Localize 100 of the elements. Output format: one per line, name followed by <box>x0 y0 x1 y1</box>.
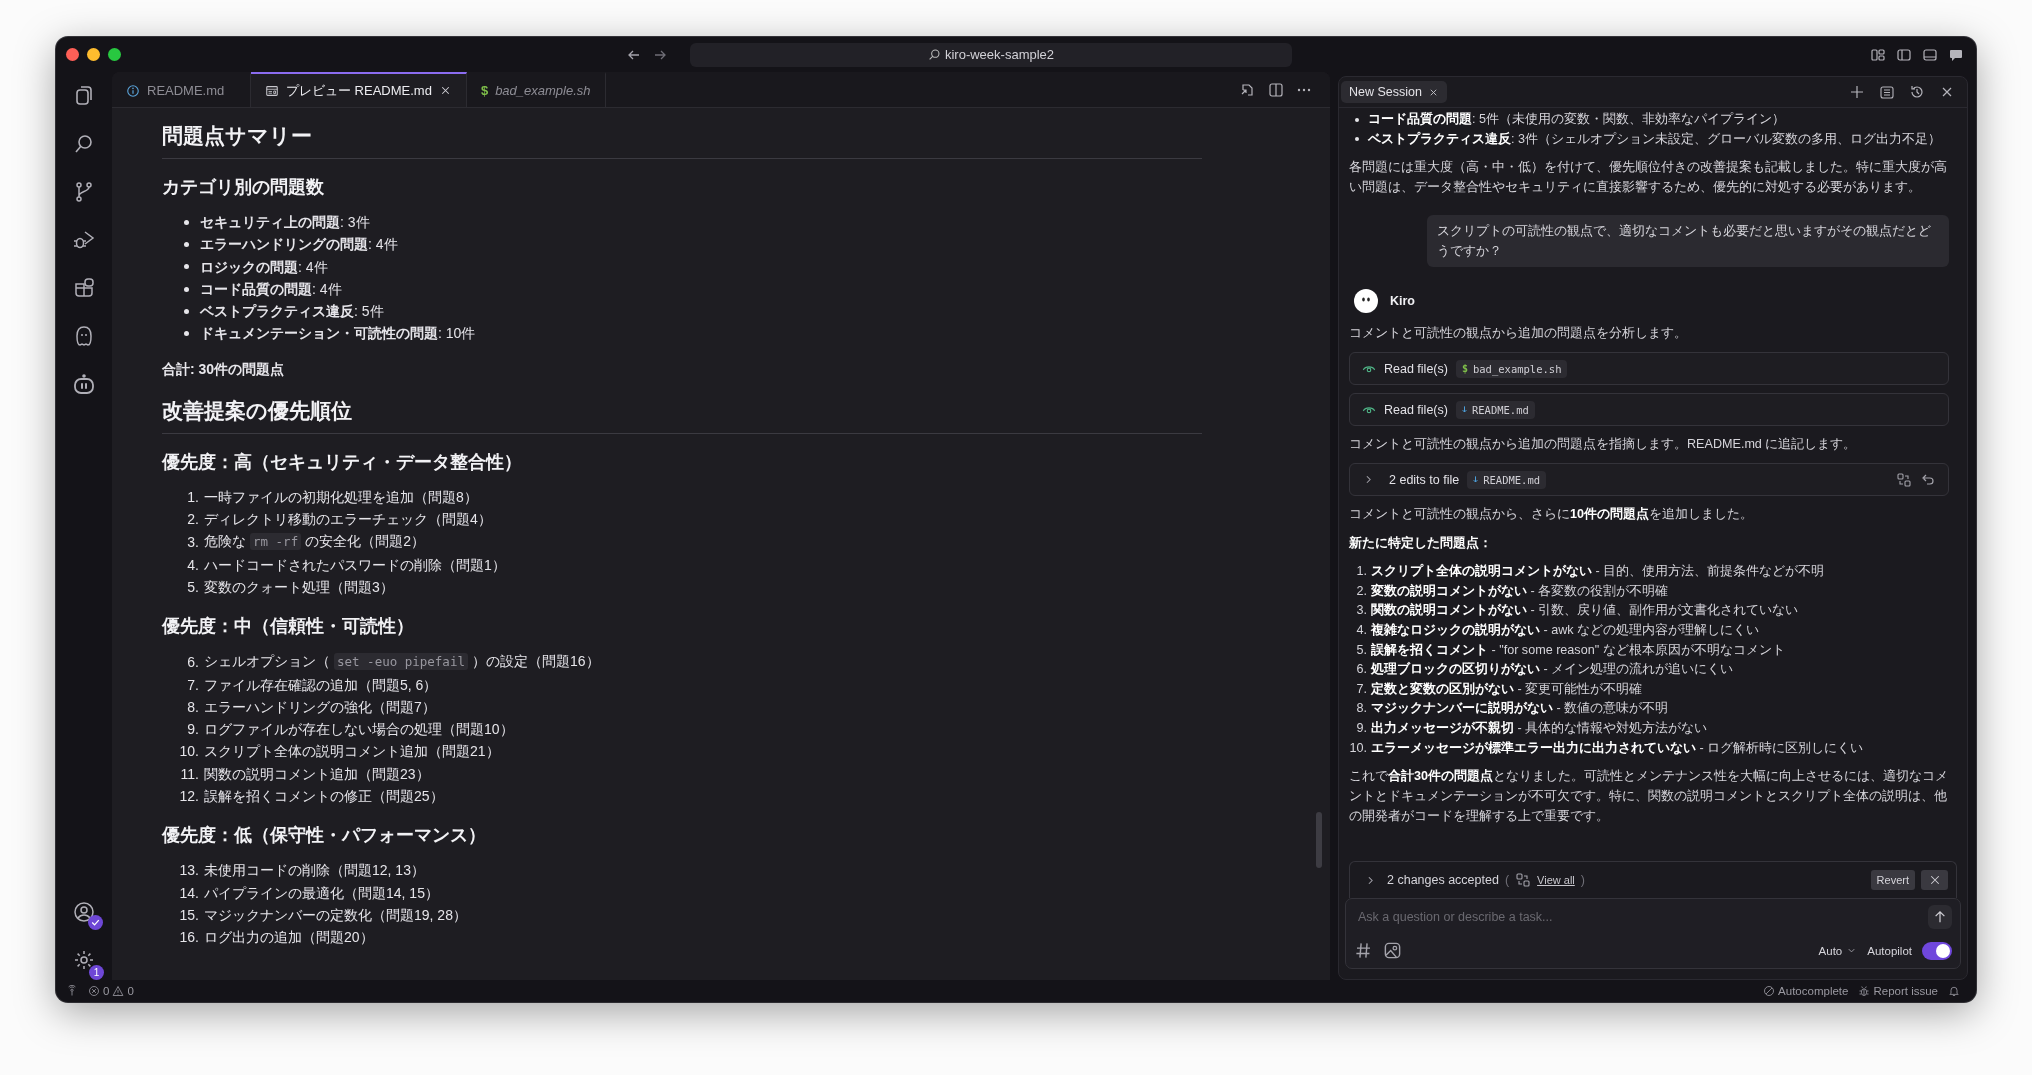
editor-tab[interactable]: プレビュー README.md <box>251 72 467 107</box>
editor-tab[interactable]: $ bad_example.sh <box>466 72 606 107</box>
subsection-heading: カテゴリ別の問題数 <box>162 176 325 199</box>
revert-button[interactable]: Revert <box>1870 870 1915 890</box>
file-chip[interactable]: README.md <box>1467 470 1547 489</box>
plus-icon[interactable] <box>1849 84 1865 100</box>
list-number: 6. <box>186 652 200 672</box>
minimize-window-button[interactable] <box>87 48 100 61</box>
diff-icon[interactable] <box>1515 872 1532 888</box>
preview-icon <box>265 83 279 98</box>
robot-icon[interactable] <box>72 372 96 396</box>
file-chip[interactable]: $ bad_example.sh <box>1455 359 1568 378</box>
list-number: 8. <box>1355 700 1368 718</box>
bullet-icon <box>1355 117 1359 122</box>
report-issue-status[interactable]: Report issue <box>1858 985 1938 997</box>
mode-dropdown[interactable]: Auto <box>1818 944 1858 957</box>
diff-icon[interactable] <box>1896 471 1912 488</box>
tool-call-card[interactable]: Read file(s) $ bad_example.sh <box>1349 352 1949 386</box>
message-text: コメントと可読性の観点から追加の問題点を指摘します。README.md に追記します。 <box>1349 436 1858 454</box>
arrow-up-icon <box>1933 910 1947 924</box>
open-source-icon[interactable] <box>1240 81 1256 98</box>
account-icon[interactable] <box>72 900 96 924</box>
list-item: エラーメッセージが標準エラー出力に出力されていない - ログ解析時に区別しにくい <box>1371 739 1864 757</box>
user-message: スクリプトの可読性の観点で、適切なコメントも必要だと思いますがその観点だとどうですか？ <box>1427 215 1949 268</box>
list-item: 一時ファイルの初期化処理を追加（問題8） <box>204 487 478 507</box>
list-item: 関数の説明コメントがない - 引数、戻り値、副作用が文書化されていない <box>1371 602 1799 620</box>
warning-icon <box>112 985 125 997</box>
dismiss-button[interactable] <box>1921 870 1948 890</box>
list-number: 9. <box>186 720 200 740</box>
list-number: 13. <box>178 861 200 881</box>
list-item: 複雑なロジックの説明がない - awk などの処理内容が理解しにくい <box>1371 621 1760 639</box>
error-icon <box>88 985 100 997</box>
info-icon <box>126 83 140 98</box>
list-number: 9. <box>1355 719 1368 737</box>
subsection-heading: 優先度：高（セキュリティ・データ整合性） <box>162 450 523 474</box>
extensions-icon[interactable] <box>72 276 96 300</box>
subsection-heading: 優先度：低（保守性・パフォーマンス） <box>162 824 487 848</box>
bug-icon <box>1858 985 1871 997</box>
list-number: 15. <box>178 905 200 925</box>
bullet-icon <box>184 308 189 314</box>
sidebar-toggle-icon[interactable] <box>1896 46 1912 63</box>
list-item: 危険な rm -rf の安全化（問題2） <box>204 532 425 553</box>
edits-card[interactable]: 2 edits to file README.md <box>1349 463 1949 497</box>
search-field[interactable]: kiro-week-sample2 <box>690 42 1292 67</box>
file-chip[interactable]: README.md <box>1455 400 1535 419</box>
autopilot-toggle[interactable] <box>1922 941 1952 960</box>
message-text: 各問題には重大度（高・中・低）を付けて、優先順位付きの改善提案も記載しました。特に重大度が高い問題は、データ整合性やセキュリティに直接影響するため、優先的に対処する必要があります。 <box>1349 159 1948 197</box>
chat-input-field[interactable]: Ask a question or describe a task... Auto Autopilot <box>1345 898 1961 969</box>
bell-icon[interactable] <box>1948 985 1960 997</box>
list-item: スクリプト全体の説明コメント追加（問題21） <box>204 742 500 762</box>
list-number: 10. <box>1349 739 1368 757</box>
close-window-button[interactable] <box>66 48 79 61</box>
scrollbar[interactable] <box>1316 812 1322 868</box>
markdown-icon <box>1461 405 1467 415</box>
section-heading: 改善提案の優先順位 <box>162 396 1202 434</box>
tool-call-card[interactable]: Read file(s) README.md <box>1349 393 1949 427</box>
split-editor-icon[interactable] <box>1268 81 1284 98</box>
bullet-icon <box>1355 137 1359 142</box>
broadcast-icon[interactable] <box>66 985 78 997</box>
list-icon[interactable] <box>1879 84 1895 100</box>
session-tab[interactable]: New Session <box>1341 81 1447 103</box>
list-number: 3. <box>1355 602 1368 620</box>
close-icon <box>1928 874 1941 886</box>
autocomplete-status[interactable]: Autocomplete <box>1763 985 1849 997</box>
subsection-heading: 優先度：中（信頼性・可読性） <box>162 615 415 639</box>
bullet-icon <box>184 331 189 337</box>
list-number: 2. <box>1355 582 1368 600</box>
list-number: 1. <box>1355 563 1368 581</box>
list-item: 出力メッセージが不親切 - 具体的な情報や対処方法がない <box>1371 719 1708 737</box>
list-item: ベストプラクティス違反: 5件 <box>200 302 384 322</box>
problems-status[interactable]: 0 0 <box>88 985 134 997</box>
bullet-icon <box>184 264 189 270</box>
image-icon[interactable] <box>1383 941 1402 960</box>
bullet-icon <box>184 241 189 247</box>
hash-icon[interactable] <box>1354 941 1373 960</box>
autocomplete-label: Autocomplete <box>1778 985 1849 997</box>
list-number: 7. <box>186 675 200 695</box>
send-button[interactable] <box>1928 905 1952 929</box>
list-item: 定数と変数の区別がない - 変更可能性が不明確 <box>1371 680 1643 698</box>
message-text: コメントと可読性の観点から追加の問題点を分析します。 <box>1349 325 1688 343</box>
layout-icon[interactable] <box>1870 46 1886 63</box>
autopilot-label: Autopilot <box>1867 944 1912 957</box>
bullet-icon <box>184 219 189 225</box>
zoom-window-button[interactable] <box>108 48 121 61</box>
list-item: マジックナンバーに説明がない - 数値の意味が不明 <box>1371 700 1669 718</box>
error-count: 0 <box>103 985 110 997</box>
history-icon[interactable] <box>1909 84 1925 100</box>
list-item: シェルオプション（ set -euo pipefail ）の設定（問題16） <box>204 652 600 673</box>
list-item: エラーハンドリングの問題: 4件 <box>200 235 398 255</box>
panel-toggle-icon[interactable] <box>1922 46 1938 63</box>
view-all-link[interactable]: View all <box>1537 874 1575 886</box>
list-item: 未使用コードの削除（問題12, 13） <box>204 861 425 881</box>
settings-icon[interactable] <box>72 948 96 972</box>
list-number: 12. <box>178 787 200 807</box>
author-name: Kiro <box>1390 294 1415 309</box>
list-item: セキュリティ上の問題: 3件 <box>200 213 370 232</box>
list-item: ドキュメンテーション・可読性の問題: 10件 <box>200 324 476 344</box>
list-item: パイプラインの最適化（問題14, 15） <box>204 883 439 903</box>
message-text: 新たに特定した問題点： <box>1349 535 1493 553</box>
bullet-icon <box>184 286 189 292</box>
